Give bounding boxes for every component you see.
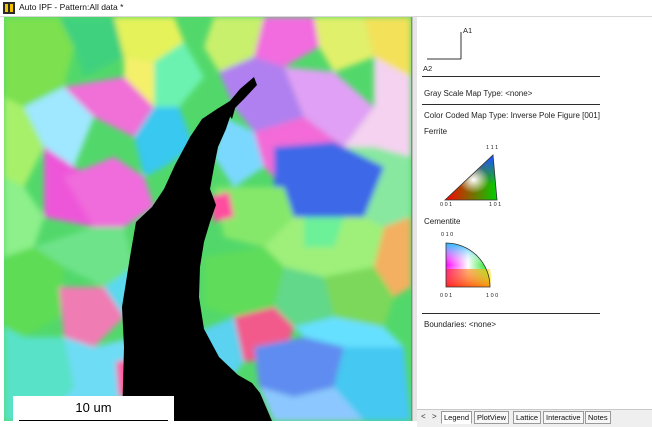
cementite-ipf-triangle (445, 242, 491, 288)
cementite-corner-left: 0 0 1 (440, 293, 453, 299)
app-icon (3, 2, 15, 14)
scale-bar-label: 10 um (75, 400, 112, 415)
tab-scroll-left-button[interactable]: < (421, 412, 426, 421)
divider (422, 313, 600, 314)
gray-scale-map-type: Gray Scale Map Type: <none> (424, 89, 533, 98)
color-coded-map-type: Color Coded Map Type: Inverse Pole Figur… (424, 111, 600, 120)
boundaries-info: Boundaries: <none> (424, 320, 497, 329)
legend-panel: A1 A2 Gray Scale Map Type: <none> Color … (417, 17, 652, 409)
ferrite-corner-right: 1 0 1 (489, 202, 502, 208)
tab-legend[interactable]: Legend (441, 411, 473, 424)
tab-lattice[interactable]: Lattice (513, 411, 542, 424)
axis-a2-label: A2 (423, 64, 433, 73)
title-bar: Auto IPF - Pattern:All data * (0, 0, 652, 17)
tab-scroll-right-button[interactable]: > (432, 412, 437, 421)
divider (422, 76, 600, 77)
scale-bar-line (19, 420, 168, 421)
axis-a1-label: A1 (463, 26, 473, 35)
phase-ferrite-name: Ferrite (424, 127, 448, 136)
tab-interactive[interactable]: Interactive (543, 411, 584, 424)
phase-cementite-name: Cementite (424, 217, 461, 226)
cementite-corner-top: 0 1 0 (441, 232, 454, 238)
ipf-map-image (4, 17, 411, 421)
scale-bar: 10 um (13, 396, 174, 421)
ferrite-ipf-triangle (443, 154, 498, 201)
ferrite-corner-top: 1 1 1 (486, 145, 499, 151)
ipf-map[interactable]: 10 um (4, 17, 412, 421)
divider (422, 104, 600, 105)
tab-notes[interactable]: Notes (585, 411, 611, 424)
ferrite-corner-left: 0 0 1 (440, 202, 453, 208)
cementite-corner-right: 1 0 0 (486, 293, 499, 299)
tab-bar: < > Legend PlotView Lattice Interactive … (417, 409, 652, 427)
window-title: Auto IPF - Pattern:All data * (19, 2, 124, 12)
tab-plotview[interactable]: PlotView (474, 411, 510, 424)
